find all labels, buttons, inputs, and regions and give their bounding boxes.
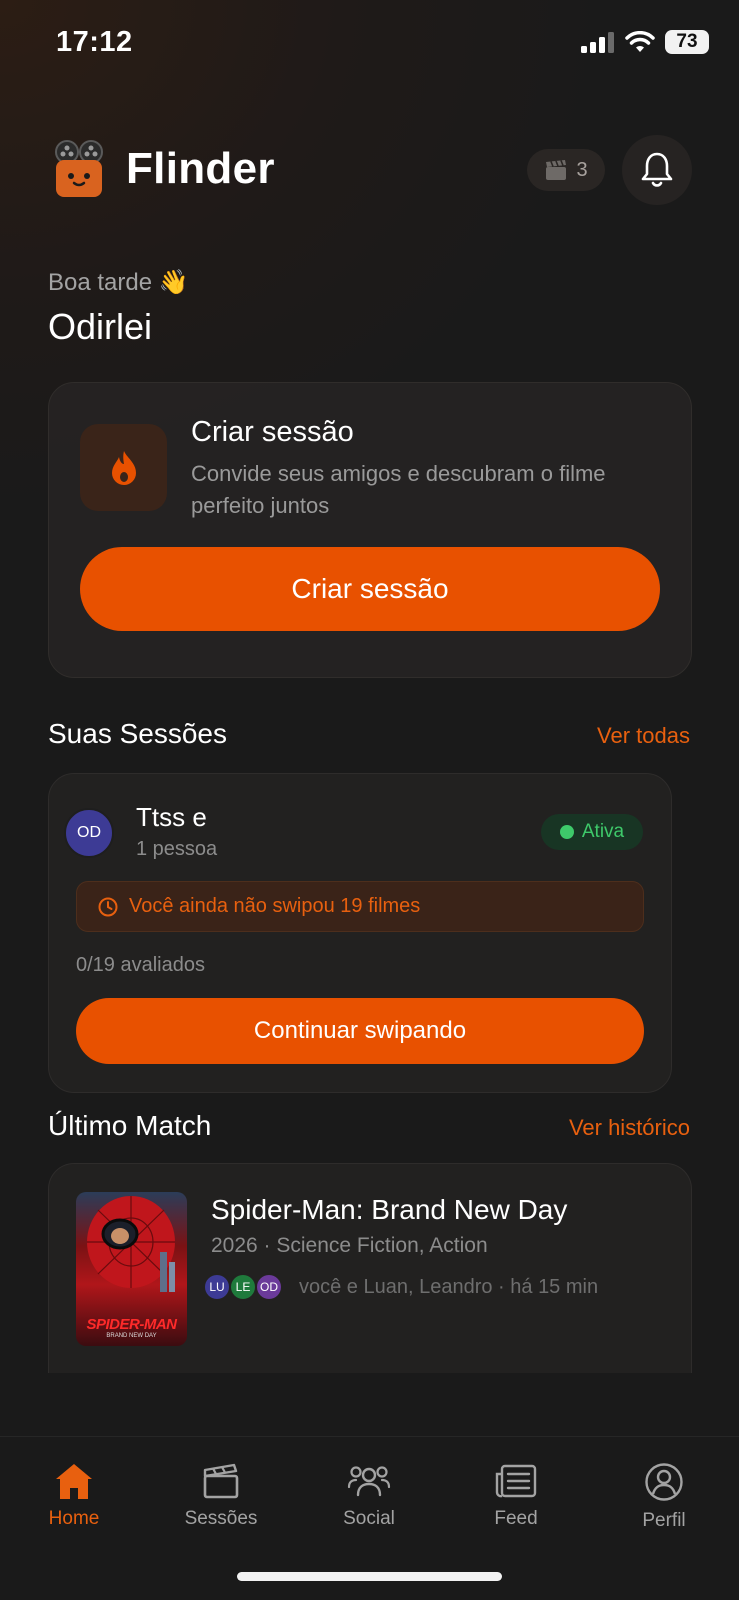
- user-name: Odirlei: [48, 306, 153, 347]
- avatar: LE: [229, 1273, 257, 1301]
- movie-meta: 2026 · Science Fiction, Action: [211, 1234, 488, 1257]
- tab-social[interactable]: Social: [314, 1462, 424, 1530]
- evaluation-progress: 0/19 avaliados: [76, 954, 205, 976]
- tab-feed[interactable]: Feed: [461, 1462, 571, 1530]
- flame-icon: [111, 450, 136, 485]
- status-icons: 73: [581, 30, 709, 54]
- last-match-title: Último Match: [48, 1110, 212, 1141]
- status-time: 17:12: [56, 26, 133, 58]
- sessions-count: 3: [576, 158, 588, 181]
- status-badge: Ativa: [541, 814, 643, 850]
- see-all-sessions-link[interactable]: Ver todas: [597, 723, 690, 749]
- greeting-text: Boa tarde 👋: [48, 269, 189, 296]
- home-icon: [56, 1464, 92, 1499]
- tab-label: Social: [343, 1508, 395, 1529]
- flame-icon-box: [80, 424, 167, 511]
- clapperboard-icon: [546, 160, 567, 180]
- session-name: Ttss e: [136, 802, 207, 832]
- tab-home[interactable]: Home: [19, 1462, 129, 1530]
- signal-icon: [581, 32, 614, 53]
- profile-icon: [645, 1463, 683, 1501]
- bell-icon: [641, 152, 673, 187]
- status-label: Ativa: [581, 821, 625, 842]
- wifi-icon: [625, 31, 655, 52]
- app-title: Flinder: [126, 144, 275, 193]
- sessions-section-title: Suas Sessões: [48, 718, 227, 749]
- movie-title: Spider-Man: Brand New Day: [211, 1194, 568, 1225]
- tab-label: Sessões: [184, 1508, 258, 1529]
- pending-swipes-warning: Você ainda não swipou 19 filmes: [76, 881, 644, 932]
- poster-title: SPIDER-MAN: [86, 1316, 177, 1333]
- tab-label: Perfil: [642, 1510, 686, 1531]
- create-card-title: Criar sessão: [191, 416, 354, 448]
- match-participants: você e Luan, Leandro · há 15 min: [299, 1276, 599, 1298]
- tab-label: Home: [48, 1508, 100, 1529]
- tab-profile[interactable]: Perfil: [609, 1462, 719, 1532]
- create-session-button[interactable]: Criar sessão: [80, 547, 660, 631]
- app-logo: [54, 140, 104, 198]
- tab-label: Feed: [494, 1508, 538, 1529]
- battery-indicator: 73: [665, 30, 709, 54]
- notifications-button[interactable]: [622, 135, 692, 205]
- newspaper-icon: [495, 1464, 537, 1498]
- avatar: OD: [255, 1273, 283, 1301]
- status-dot-icon: [559, 825, 574, 839]
- clapperboard-icon: [203, 1463, 239, 1499]
- home-indicator[interactable]: [237, 1572, 502, 1581]
- avatar: LU: [203, 1273, 231, 1301]
- avatar: OD: [64, 808, 114, 858]
- sessions-count-chip[interactable]: 3: [527, 149, 605, 191]
- warning-text: Você ainda não swipou 19 filmes: [129, 895, 421, 917]
- see-history-link[interactable]: Ver histórico: [569, 1115, 690, 1141]
- create-card-description: Convide seus amigos e descubram o filme …: [191, 461, 606, 518]
- users-icon: [347, 1466, 391, 1497]
- session-people-count: 1 pessoa: [136, 838, 218, 860]
- tab-sessions[interactable]: Sessões: [166, 1462, 276, 1530]
- movie-poster: SPIDER-MAN BRAND NEW DAY: [76, 1192, 187, 1346]
- continue-swiping-button[interactable]: Continuar swipando: [76, 998, 644, 1064]
- poster-subtitle: BRAND NEW DAY: [106, 1333, 157, 1339]
- clock-icon: [98, 897, 118, 916]
